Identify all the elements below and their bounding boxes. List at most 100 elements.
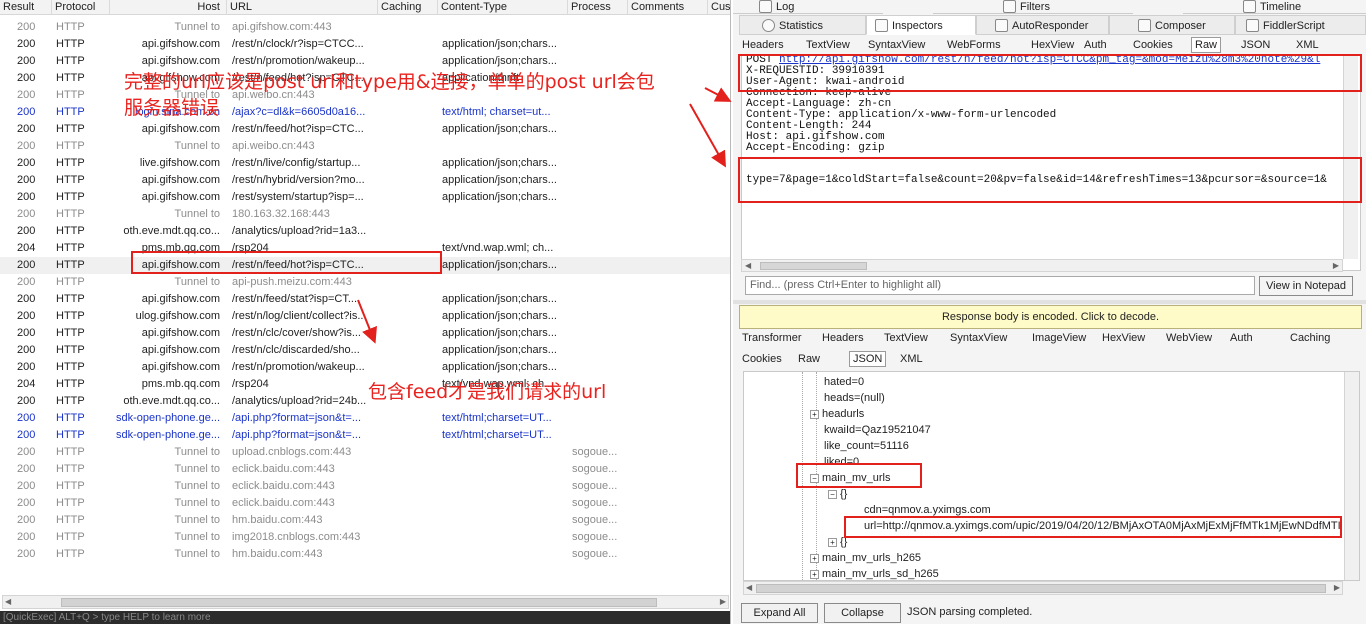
session-row[interactable]: 200 HTTP api.gifshow.com/rest/n/clc/cover/… xyxy=(0,325,730,342)
col-process[interactable]: Process xyxy=(568,0,628,15)
scroll-right-icon[interactable]: ▶ xyxy=(1333,261,1339,270)
find-input[interactable]: Find... (press Ctrl+Enter to highlight a… xyxy=(745,276,1255,295)
session-row[interactable]: 200 HTTP sdk-open-phone.ge... /api.php?form… xyxy=(0,427,730,444)
session-row[interactable]: 204 HTTP pms.mb.qq.com/rsp204 text/vnd.wap.… xyxy=(0,376,730,393)
scroll-left-icon[interactable]: ◀ xyxy=(5,597,11,606)
tab-statistics[interactable]: Statistics xyxy=(739,15,866,35)
session-row[interactable]: 200 HTTP api.gifshow.com/rest/n/feed/hot?i… xyxy=(0,257,730,274)
session-row[interactable]: 200 HTTP Tunnel to hm.baidu.com:443 sogoue..… xyxy=(0,546,730,563)
quickexec-bar[interactable]: [QuickExec] ALT+Q > type HELP to learn m… xyxy=(0,611,730,624)
session-row[interactable]: 204 HTTP pms.mb.qq.com/rsp204 text/vnd.wap.… xyxy=(0,240,730,257)
col-protocol[interactable]: Protocol xyxy=(52,0,110,15)
session-row[interactable]: 200 HTTP ulog.gifshow.com/rest/n/log/clien… xyxy=(0,308,730,325)
subtab-headers[interactable]: Headers xyxy=(739,37,787,53)
session-row[interactable]: 200 HTTP login.sina.com.cn/ajax?c=dl&k=660… xyxy=(0,104,730,121)
subtab-json[interactable]: JSON xyxy=(1238,37,1273,53)
tab-fiddlerscript[interactable]: FiddlerScript xyxy=(1235,15,1366,35)
col-host[interactable]: Host xyxy=(110,0,227,15)
json-node-headurls[interactable]: + headurls xyxy=(810,406,864,422)
subtab-auth[interactable]: Auth xyxy=(1227,330,1256,346)
request-raw-view[interactable]: POST http://api.gifshow.com/rest/n/feed/… xyxy=(741,54,1361,271)
tab-inspectors[interactable]: Inspectors xyxy=(866,15,976,35)
scroll-left-icon[interactable]: ◀ xyxy=(746,583,752,592)
session-row[interactable]: 200 HTTP Tunnel to hm.baidu.com:443 sogoue..… xyxy=(0,512,730,529)
subtab-webforms[interactable]: WebForms xyxy=(944,37,1004,53)
subtab-webview[interactable]: WebView xyxy=(1163,330,1215,346)
session-row[interactable]: 200 HTTP api.gifshow.com/rest/n/clock/r?is… xyxy=(0,36,730,53)
json-node-object[interactable]: +{} xyxy=(828,534,847,550)
subtab-raw[interactable]: Raw xyxy=(795,351,823,367)
subtab-json[interactable]: JSON xyxy=(849,351,887,367)
subtab-syntaxview[interactable]: SyntaxView xyxy=(947,330,1010,346)
col-custom[interactable]: Cus xyxy=(708,0,730,15)
sessions-horizontal-scrollbar[interactable]: ◀ ▶ xyxy=(2,595,729,609)
session-row[interactable]: 200 HTTP live.gifshow.com/rest/n/live/conf… xyxy=(0,155,730,172)
scroll-thumb[interactable] xyxy=(61,598,657,607)
pane-splitter[interactable] xyxy=(733,300,1366,304)
json-node-main-mv-urls[interactable]: − main_mv_urls xyxy=(810,470,890,486)
request-vertical-scrollbar[interactable] xyxy=(1343,54,1358,259)
subtab-raw[interactable]: Raw xyxy=(1191,37,1222,53)
json-horizontal-scrollbar[interactable]: ◀ ▶ xyxy=(743,581,1343,595)
json-node-like-count[interactable]: like_count=51116 xyxy=(824,438,909,454)
subtab-headers[interactable]: Headers xyxy=(819,330,867,346)
subtab-cookies[interactable]: Cookies xyxy=(739,351,785,367)
session-row[interactable]: 200 HTTP Tunnel to 180.163.32.168:443 xyxy=(0,206,730,223)
tab-composer[interactable]: Composer xyxy=(1109,15,1235,35)
session-row[interactable]: 200 HTTP api.gifshow.com/rest/n/promotion/… xyxy=(0,53,730,70)
subtab-caching[interactable]: Caching xyxy=(1287,330,1333,346)
json-node-cdn[interactable]: cdn=qnmov.a.yximgs.com xyxy=(864,502,991,518)
json-tree-view[interactable]: hated=0 heads=(null) + headurls kwaiId=Qa… xyxy=(743,371,1360,581)
col-result[interactable]: Result xyxy=(0,0,52,15)
json-node-main-mv-urls-sd-h265[interactable]: + main_mv_urls_sd_h265 xyxy=(810,566,939,580)
tab-log[interactable]: Log xyxy=(733,0,883,14)
json-node-hated[interactable]: hated=0 xyxy=(824,374,864,390)
subtab-hexview[interactable]: HexView xyxy=(1028,37,1077,53)
session-row[interactable]: 200 HTTP oth.eve.mdt.qq.co... /analytics/up… xyxy=(0,223,730,240)
session-row[interactable]: 200 HTTP Tunnel to eclick.baidu.com:443 sogo… xyxy=(0,495,730,512)
session-row[interactable]: 200 HTTP api.gifshow.com/rest/system/start… xyxy=(0,189,730,206)
tab-timeline[interactable]: Timeline xyxy=(1183,0,1366,14)
expand-icon[interactable]: + xyxy=(810,410,819,419)
session-row[interactable]: 200 HTTP Tunnel to img2018.cnblogs.com:443 s… xyxy=(0,529,730,546)
session-row[interactable]: 200 HTTP Tunnel to api-push.meizu.com:443 xyxy=(0,274,730,291)
session-row[interactable]: 200 HTTP api.gifshow.com/rest/n/feed/stat?… xyxy=(0,291,730,308)
json-node-heads[interactable]: heads=(null) xyxy=(824,390,885,406)
subtab-textview[interactable]: TextView xyxy=(803,37,853,53)
subtab-imageview[interactable]: ImageView xyxy=(1029,330,1089,346)
session-row[interactable]: 200 HTTP api.gifshow.com/rest/n/feed/hot?i… xyxy=(0,121,730,138)
expand-icon[interactable]: + xyxy=(810,570,819,579)
col-url[interactable]: URL xyxy=(227,0,378,15)
json-vertical-scrollbar[interactable] xyxy=(1344,372,1359,580)
session-row[interactable]: 200 HTTP api.gifshow.com/rest/n/promotion/… xyxy=(0,359,730,376)
subtab-textview[interactable]: TextView xyxy=(881,330,931,346)
request-horizontal-scrollbar[interactable]: ◀ ▶ xyxy=(741,259,1343,272)
scroll-left-icon[interactable]: ◀ xyxy=(745,261,751,270)
subtab-transformer[interactable]: Transformer xyxy=(739,330,805,346)
json-node-main-mv-urls-h265[interactable]: + main_mv_urls_h265 xyxy=(810,550,921,566)
expand-icon[interactable]: + xyxy=(810,554,819,563)
subtab-xml[interactable]: XML xyxy=(1293,37,1322,53)
col-caching[interactable]: Caching xyxy=(378,0,438,15)
scroll-right-icon[interactable]: ▶ xyxy=(720,597,726,606)
collapse-icon[interactable]: − xyxy=(810,474,819,483)
session-row[interactable]: 200 HTTP oth.eve.mdt.qq.co... /analytics/up… xyxy=(0,393,730,410)
scroll-thumb[interactable] xyxy=(756,584,1326,593)
session-row[interactable]: 200 HTTP Tunnel to upload.cnblogs.com:443 so… xyxy=(0,444,730,461)
session-row[interactable]: 200 HTTP Tunnel to eclick.baidu.com:443 sogo… xyxy=(0,461,730,478)
scroll-thumb[interactable] xyxy=(760,262,867,270)
collapse-icon[interactable]: − xyxy=(828,490,837,499)
tab-autoresponder[interactable]: AutoResponder xyxy=(976,15,1109,35)
session-row[interactable]: 200 HTTP api.gifshow.com/rest/n/clc/discar… xyxy=(0,342,730,359)
view-in-notepad-button[interactable]: View in Notepad xyxy=(1259,276,1353,296)
tab-filters[interactable]: Filters xyxy=(933,0,1133,14)
subtab-syntaxview[interactable]: SyntaxView xyxy=(865,37,928,53)
json-node-liked[interactable]: liked=0 xyxy=(824,454,859,470)
collapse-button[interactable]: Collapse xyxy=(824,603,901,623)
expand-all-button[interactable]: Expand All xyxy=(741,603,818,623)
subtab-xml[interactable]: XML xyxy=(897,351,926,367)
session-row[interactable]: 200 HTTP sdk-open-phone.ge... /api.php?form… xyxy=(0,410,730,427)
session-row[interactable]: 200 HTTP api.gifshow.com/rest/n/hybrid/ver… xyxy=(0,172,730,189)
session-row[interactable]: 200 HTTP Tunnel to eclick.baidu.com:443 sogo… xyxy=(0,478,730,495)
json-node-kwaiid[interactable]: kwaiId=Qaz19521047 xyxy=(824,422,931,438)
